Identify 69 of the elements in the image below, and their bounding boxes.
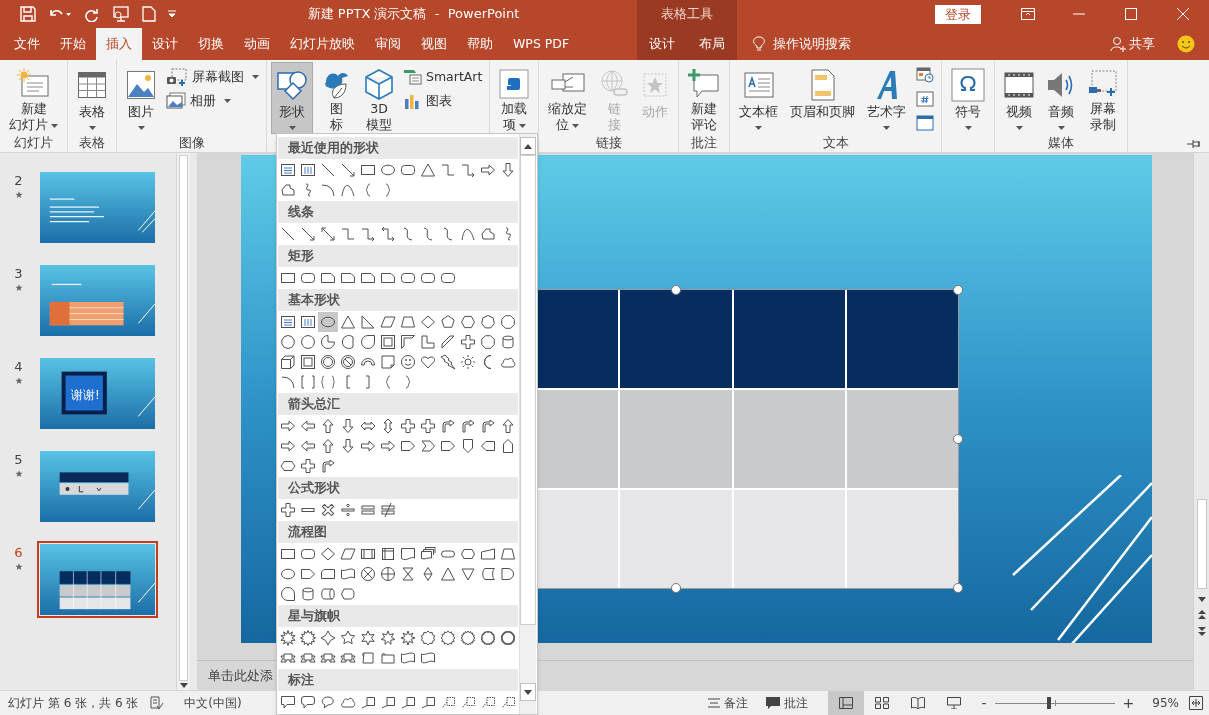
slide-number: 2 xyxy=(14,172,23,190)
ribbon-button[interactable]: 缩放定 位 xyxy=(543,62,593,134)
ribbon-tab[interactable]: 动画 xyxy=(234,28,280,60)
ribbon-button[interactable]: 视频 xyxy=(999,62,1040,134)
comments-button[interactable]: 批注 xyxy=(783,694,808,712)
ribbon-tab[interactable]: 审阅 xyxy=(365,28,411,60)
ribbon-button[interactable]: 图表 xyxy=(401,90,486,112)
window-title: 新建 PPTX 演示文稿 - PowerPoint xyxy=(306,5,521,24)
zoom-out-button[interactable]: - xyxy=(981,692,987,714)
section-heading: 星与旗帜 xyxy=(288,606,340,625)
group-label: 图像 xyxy=(178,133,205,152)
ribbon-tab[interactable]: 插入 xyxy=(96,28,142,60)
ribbon-button[interactable]: 页眉和页脚 xyxy=(785,62,861,134)
group-label: 表格 xyxy=(79,133,105,152)
ribbon-tab[interactable]: 设计 xyxy=(142,28,188,60)
ribbon-tab[interactable]: 视图 xyxy=(411,28,457,60)
ribbon-button[interactable]: 符号 xyxy=(946,62,991,134)
section-heading: 最近使用的形状 xyxy=(288,138,379,157)
section-heading: 箭头总汇 xyxy=(288,394,340,413)
context-tool-label: 表格工具 xyxy=(661,5,713,24)
zoom-in-button[interactable]: + xyxy=(1122,692,1135,714)
ribbon-button[interactable]: 新建 幻灯片 xyxy=(4,62,63,134)
ribbon-tab[interactable]: 文件 xyxy=(4,28,50,60)
ribbon-button[interactable]: 图 标 xyxy=(315,62,357,134)
group-label: 批注 xyxy=(691,133,718,152)
ribbon-tab[interactable]: 设计 xyxy=(637,28,687,60)
ribbon-button[interactable]: 3D 模型 xyxy=(359,62,399,134)
ribbon-tab[interactable]: 开始 xyxy=(50,28,96,60)
ribbon-button[interactable]: 屏幕 录制 xyxy=(1083,62,1124,134)
ribbon-tab[interactable]: 幻灯片放映 xyxy=(280,28,365,60)
ribbon-button[interactable]: 表格 xyxy=(72,62,112,134)
ribbon-tab[interactable]: WPS PDF xyxy=(503,28,580,60)
group-label: 链接 xyxy=(595,133,622,152)
ribbon-button[interactable]: 屏幕截图 xyxy=(163,66,262,88)
tell-me-search[interactable]: 操作说明搜索 xyxy=(773,34,851,54)
ribbon-button[interactable]: 形状 xyxy=(271,62,313,134)
section-heading: 公式形状 xyxy=(288,478,340,497)
section-heading: 矩形 xyxy=(288,246,314,265)
ribbon-button[interactable]: 新建 评论 xyxy=(683,62,726,134)
group-label: 媒体 xyxy=(1048,133,1075,152)
ribbon-button[interactable]: 文本框 xyxy=(734,62,784,134)
slide-number: 5 xyxy=(14,451,23,469)
group-label: 幻灯片 xyxy=(14,133,53,152)
ribbon-button[interactable]: 加载 项 xyxy=(494,62,535,134)
section-heading: 标注 xyxy=(288,670,314,689)
ribbon-tab[interactable]: 帮助 xyxy=(457,28,503,60)
language-indicator[interactable]: 中文(中国) xyxy=(184,694,242,712)
slide-number: 4 xyxy=(14,358,23,376)
slide-thumbnail[interactable]: 谢谢! xyxy=(37,355,158,432)
notes-placeholder[interactable]: 单击此处添 xyxy=(208,665,273,686)
zoom-percentage[interactable]: 95% xyxy=(1152,694,1179,712)
section-heading: 基本形状 xyxy=(288,290,340,309)
share-button[interactable]: 共享 xyxy=(1129,34,1155,54)
sign-in-button[interactable]: 登录 xyxy=(935,4,981,24)
slide-count: 幻灯片 第 6 张，共 6 张 xyxy=(8,695,139,712)
slide-number: 6 xyxy=(14,544,23,562)
group-label: 文本 xyxy=(822,133,849,152)
section-heading: 线条 xyxy=(288,202,314,221)
ribbon-button[interactable]: 音频 xyxy=(1041,62,1082,134)
ribbon-tab[interactable]: 切换 xyxy=(188,28,234,60)
ribbon-button[interactable]: 相册 xyxy=(163,90,262,112)
notes-button[interactable]: 备注 xyxy=(723,694,748,712)
ribbon-button[interactable]: 艺术字 xyxy=(862,62,912,134)
ribbon-button[interactable]: SmartArt xyxy=(401,66,486,88)
ribbon-button[interactable]: 图片 xyxy=(121,62,161,134)
ribbon-tab[interactable]: 布局 xyxy=(687,28,737,60)
thumbnail-title: 谢谢! xyxy=(71,387,100,404)
slide-number: 3 xyxy=(14,265,23,283)
section-heading: 流程图 xyxy=(288,522,327,541)
